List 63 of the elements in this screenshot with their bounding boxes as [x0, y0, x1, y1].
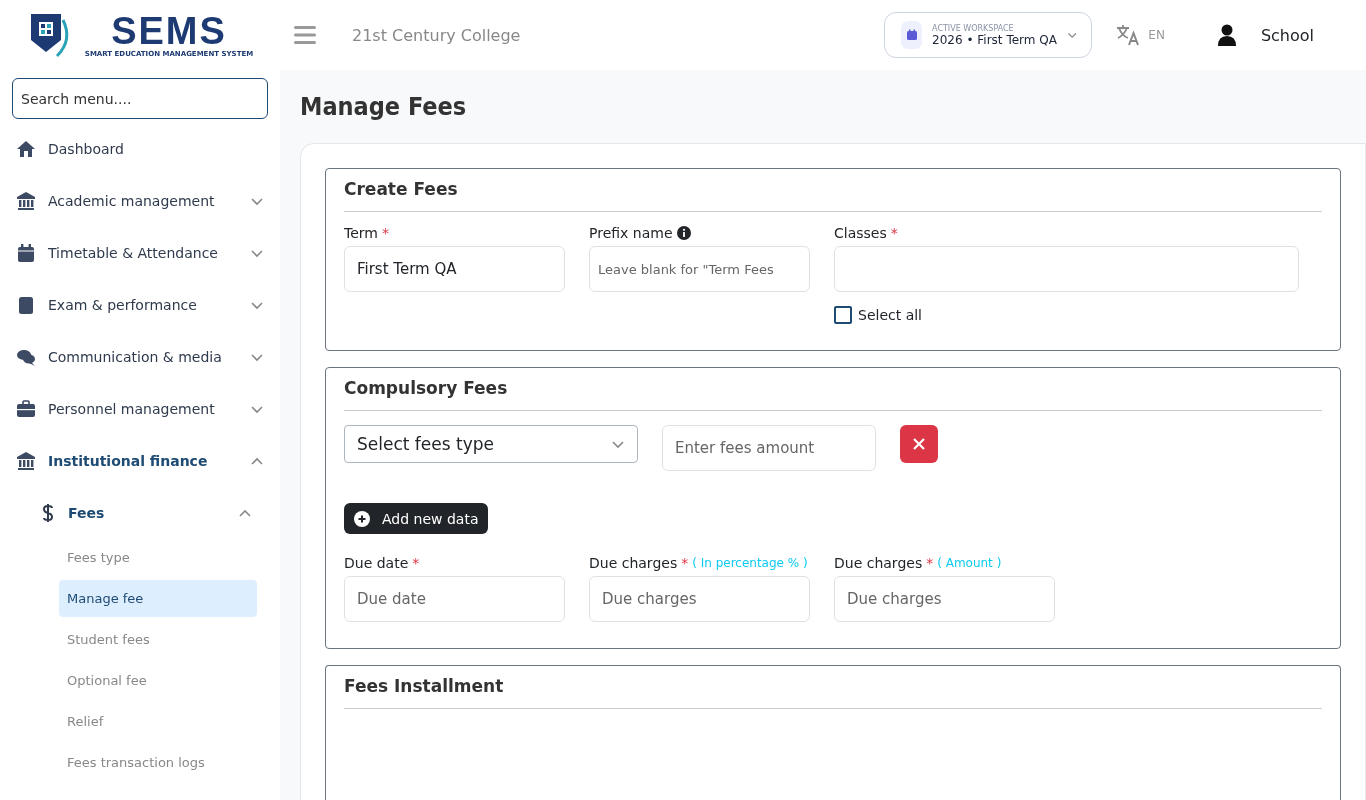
sidebar-item[interactable]: Communication & media	[12, 331, 268, 383]
input-field[interactable]: Due date	[344, 576, 565, 622]
input-field[interactable]: Due charges	[834, 576, 1055, 622]
user-icon[interactable]	[1216, 24, 1237, 46]
section-title: Compulsory Fees	[344, 378, 1322, 411]
fees-type-select[interactable]: Select fees type	[344, 425, 638, 463]
required-mark: *	[412, 556, 420, 570]
amount-field[interactable]: Enter fees amount	[662, 425, 876, 471]
required-mark: *	[381, 226, 389, 240]
sidebar-link[interactable]: Student fees	[59, 621, 257, 658]
sidebar-link[interactable]: Fees type	[59, 539, 257, 576]
sidebar-item[interactable]: Exam & performance	[12, 279, 268, 331]
clipboard-icon	[16, 295, 36, 315]
sidebar-link[interactable]: Manage fee	[59, 580, 257, 617]
close-button[interactable]	[900, 425, 938, 463]
checkbox[interactable]	[834, 306, 852, 324]
sidebar-item[interactable]: Academic management	[12, 175, 268, 227]
input-field[interactable]: First Term QA	[344, 246, 565, 292]
section-title: Fees Installment	[344, 676, 1322, 709]
sidebar-link[interactable]: Fees transaction logs	[59, 744, 257, 781]
field-hint: ( Amount )	[937, 557, 1002, 569]
close-icon	[912, 437, 926, 451]
section-title: Create Fees	[344, 179, 1322, 212]
add-button[interactable]: Add new data	[344, 503, 489, 534]
workspace-value: 2026 • First Term QA	[932, 32, 1057, 47]
briefcase-icon	[16, 399, 36, 419]
field-label: Due charges	[834, 556, 923, 570]
sidebar-item[interactable]: Timetable & Attendance	[12, 227, 268, 279]
dollar-icon	[42, 503, 54, 523]
sidebar-link[interactable]: Optional fee	[59, 662, 257, 699]
sidebar-link[interactable]: Relief	[59, 703, 257, 740]
field-label: Due date	[344, 556, 409, 570]
required-mark: *	[890, 226, 898, 240]
field-hint: ( In percentage % )	[692, 557, 808, 569]
input-field[interactable]: Due charges	[589, 576, 810, 622]
sidebar-item[interactable]: Personnel management	[12, 383, 268, 435]
bank-icon	[16, 451, 36, 471]
calendar-icon	[16, 243, 36, 263]
sidebar-item[interactable]: Institutional finance	[12, 435, 268, 487]
translate-icon[interactable]	[1116, 24, 1141, 46]
sidebar-item[interactable]: Dashboard	[12, 123, 268, 175]
bank-icon	[16, 191, 36, 211]
input-field[interactable]: Leave blank for "Term Fees	[589, 246, 810, 292]
sidebar-subitem[interactable]: Fees	[12, 487, 268, 539]
page-title: Manage Fees	[300, 92, 468, 121]
chat-icon	[16, 347, 36, 367]
home-icon	[16, 139, 36, 159]
calendar-icon	[901, 21, 923, 49]
required-mark: *	[926, 556, 934, 570]
plus-circle-icon	[354, 510, 370, 527]
user-name[interactable]: School	[1260, 25, 1314, 45]
field-label: Term	[344, 226, 378, 240]
logo-title: SEMS	[111, 12, 227, 50]
search-field[interactable]: Search menu....	[12, 78, 268, 119]
field-label: Classes	[834, 226, 887, 240]
workspace-selector[interactable]: ACTIVE WORKSPACE 2026 • First Term QA	[884, 12, 1093, 58]
checkbox-label: Select all	[858, 307, 922, 323]
field-label: Due charges	[589, 556, 678, 570]
classes-field[interactable]	[834, 246, 1299, 292]
workspace-label: ACTIVE WORKSPACE	[932, 23, 1015, 33]
required-mark: *	[681, 556, 689, 570]
school-name: 21st Century College	[352, 25, 521, 45]
field-label: Prefix name	[589, 226, 673, 240]
